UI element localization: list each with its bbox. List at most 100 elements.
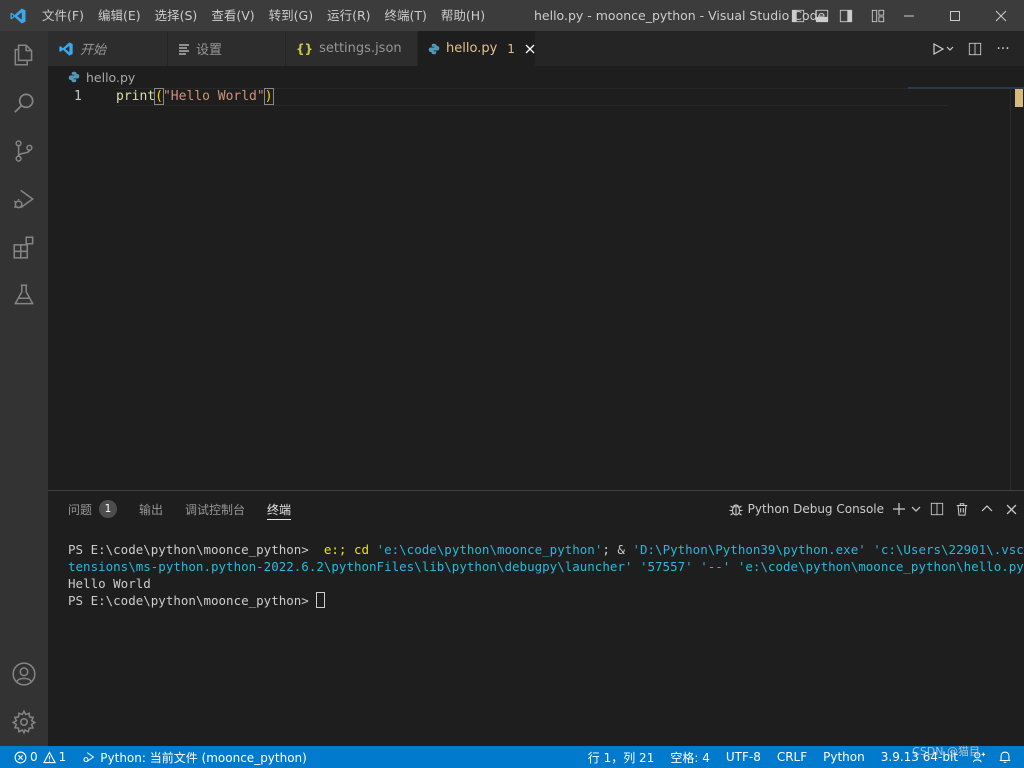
token-paren-open: ( [154,88,164,105]
menu-go[interactable]: 转到(G) [262,0,320,31]
python-icon [68,71,80,83]
debug-bug-icon [728,501,744,517]
menu-terminal[interactable]: 终端(T) [378,0,434,31]
menu-help[interactable]: 帮助(H) [434,0,492,31]
chevron-down-icon[interactable] [908,498,924,520]
vscode-logo-icon [0,0,35,31]
toggle-panel-icon[interactable] [812,0,832,31]
tab-hello-py[interactable]: hello.py 1 [418,31,536,66]
close-tab-icon[interactable] [525,44,535,54]
extensions-icon[interactable] [0,223,48,271]
tab-settings-json[interactable]: {} settings.json [286,31,418,66]
token-string: "Hello World" [162,89,265,104]
tab-output[interactable]: 输出 [139,491,163,527]
terminal-arg: 'e:\code\python\moonce_python\hello.py' [737,559,1024,574]
tab-welcome[interactable]: 开始 [48,31,168,66]
tab-settings[interactable]: 设置 [168,31,286,66]
problem-count: 1 [507,41,515,56]
problems-status[interactable]: 0 1 [0,746,72,768]
new-terminal-icon[interactable] [890,498,908,520]
code-line[interactable]: print("Hello World") [116,88,274,106]
toggle-secondary-sidebar-icon[interactable] [836,0,856,31]
activity-bar [0,31,48,746]
terminal-arg: tensions\ms-python.python-2022.6.2\pytho… [68,559,633,574]
encoding[interactable]: UTF-8 [720,746,771,768]
terminal-arg: 'D:\Python\Python39\python.exe' [632,542,866,557]
trash-icon[interactable] [949,498,974,520]
terminal-prompt: PS E:\code\python\moonce_python> [68,542,317,557]
tab-label: 设置 [196,43,223,58]
testing-icon[interactable] [0,271,48,319]
maximize-icon[interactable] [932,0,978,31]
json-icon: {} [296,41,314,56]
cursor-position[interactable]: 行 1，列 21 [582,746,665,768]
terminal-cursor [316,592,326,608]
settings-list-icon [178,43,190,55]
token-function: print [116,89,156,104]
breadcrumb-file[interactable]: hello.py [86,70,135,85]
watermark: CSDN @猫目 [912,745,980,758]
title-bar: 文件(F) 编辑(E) 选择(S) 查看(V) 转到(G) 运行(R) 终端(T… [0,0,1024,31]
terminal-output[interactable]: PS E:\code\python\moonce_python> e:; cd … [68,541,1024,609]
tab-terminal[interactable]: 终端 [267,491,292,527]
tab-problems[interactable]: 问题 1 [68,491,118,527]
terminal-command: e:; cd [316,542,377,557]
bottom-panel: 问题 1 输出 调试控制台 终端 Python Debug Console PS… [48,490,1024,746]
explorer-icon[interactable] [0,31,48,79]
toggle-primary-sidebar-icon[interactable] [788,0,808,31]
panel-actions: Python Debug Console [728,491,1024,527]
interpreter-label: Python: 当前文件 (moonce_python) [100,750,307,765]
error-count: 0 [30,750,38,764]
terminal-prompt: PS E:\code\python\moonce_python> [68,593,317,608]
menu-file[interactable]: 文件(F) [35,0,91,31]
end-of-line[interactable]: CRLF [771,746,817,768]
run-python-file-icon[interactable] [928,38,958,60]
terminal-arg: 'e:\code\python\moonce_python' [376,542,603,557]
editor-actions: ··· [928,31,1024,66]
maximize-panel-icon[interactable] [974,498,999,520]
close-panel-icon[interactable] [999,498,1024,520]
source-control-icon[interactable] [0,127,48,175]
code-editor[interactable]: 1 print("Hello World") [48,87,1024,490]
language-mode[interactable]: Python [817,746,875,768]
run-debug-icon[interactable] [0,175,48,223]
customize-layout-icon[interactable] [868,0,888,31]
token-paren-close: ) [263,88,274,105]
settings-gear-icon[interactable] [0,698,48,746]
tab-label: hello.py [446,41,498,56]
menu-selection[interactable]: 选择(S) [148,0,205,31]
account-icon[interactable] [0,650,48,698]
window-controls [886,0,1024,31]
split-terminal-icon[interactable] [924,498,949,520]
notifications-bell-icon[interactable] [992,746,1024,768]
tab-label: 调试控制台 [185,502,246,517]
minimize-icon[interactable] [886,0,932,31]
error-icon [14,751,27,764]
close-window-icon[interactable] [978,0,1024,31]
menu-edit[interactable]: 编辑(E) [91,0,148,31]
tab-label: settings.json [319,41,402,56]
program-output: Hello World [68,576,151,591]
terminal-selector[interactable]: Python Debug Console [728,501,884,517]
menu-run[interactable]: 运行(R) [320,0,377,31]
terminal-arg: '57557' [639,559,693,574]
terminal-arg: '--' [700,559,731,574]
split-editor-icon[interactable] [964,38,986,60]
breadcrumb: hello.py [48,66,1024,88]
overview-warning-mark [1015,89,1023,107]
tab-label: 终端 [267,502,292,517]
python-icon [428,43,440,55]
more-actions-icon[interactable]: ··· [992,38,1014,60]
indentation[interactable]: 空格: 4 [664,746,720,768]
status-bar: 0 1 Python: 当前文件 (moonce_python) 行 1，列 2… [0,746,1024,768]
search-icon[interactable] [0,79,48,127]
debug-config-status[interactable]: Python: 当前文件 (moonce_python) [76,746,313,768]
window-title: hello.py - moonce_python - Visual Studio… [534,8,826,23]
overview-ruler[interactable] [1010,88,1024,490]
debug-bug-icon [82,750,96,764]
tab-debug-console[interactable]: 调试控制台 [185,491,245,527]
warning-icon [42,750,56,764]
menu-view[interactable]: 查看(V) [204,0,261,31]
